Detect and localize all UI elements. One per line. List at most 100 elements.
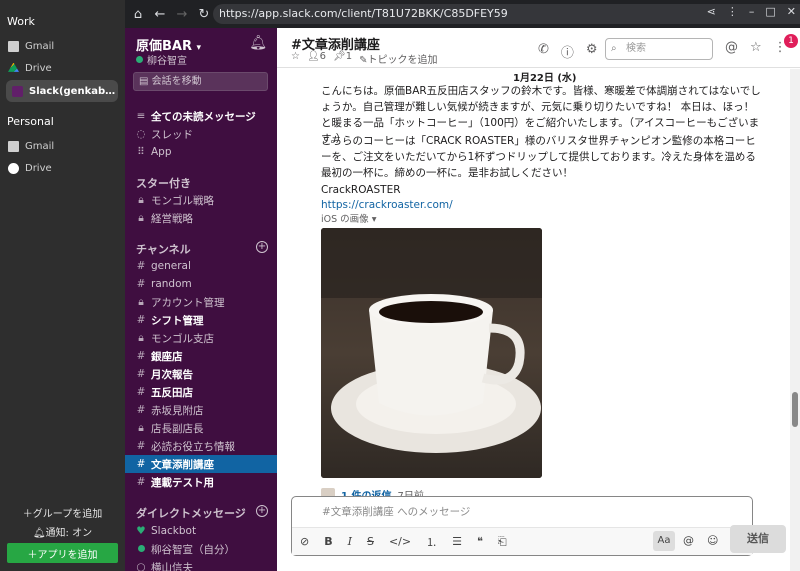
hash-icon: #	[136, 476, 146, 488]
sidebar-item-channel[interactable]: # 月次報告	[125, 365, 277, 383]
sidebar-item-threads[interactable]: ◌ スレッド	[125, 125, 277, 143]
person-icon: 👤︎	[306, 51, 320, 62]
sidebar-item-channel[interactable]: 🔒︎ 店長副店長	[125, 419, 277, 437]
notification-badge: 1	[784, 34, 798, 48]
dm-item-label: Slackbot	[151, 525, 197, 537]
sidebar-item-channel[interactable]: # 赤坂見附店	[125, 401, 277, 419]
home-icon[interactable]: ⌂	[127, 7, 149, 22]
message-input[interactable]: #文章添削講座 へのメッセージ	[322, 504, 470, 519]
hash-icon: #	[136, 260, 146, 272]
app-item-gmail-work[interactable]: Gmail	[8, 36, 118, 56]
scrollbar[interactable]	[790, 69, 800, 571]
scrollbar-thumb[interactable]	[792, 392, 798, 427]
members-count-value: 6	[319, 51, 327, 62]
formatting-toggle[interactable]: Aa	[653, 531, 675, 551]
strikethrough-icon[interactable]: S	[367, 535, 374, 548]
dm-section-label[interactable]: ダイレクトメッセージ	[136, 505, 246, 521]
add-channel-icon[interactable]: +	[256, 241, 268, 253]
current-user[interactable]: 柳谷智宣	[136, 52, 187, 67]
app-item-drive-personal[interactable]: Drive	[8, 158, 118, 178]
emoji-icon[interactable]: ☺	[707, 534, 718, 547]
forward-icon[interactable]: →	[171, 7, 193, 22]
gear-icon[interactable]: ⚙	[586, 42, 598, 61]
attach-icon[interactable]: ⊘	[300, 535, 309, 548]
search-input[interactable]: ⌕ 検索	[605, 38, 713, 60]
star-icon[interactable]: ☆	[291, 51, 300, 66]
members-count[interactable]: 👤︎6	[307, 51, 326, 66]
send-button[interactable]: 送信	[730, 525, 786, 553]
back-icon[interactable]: ←	[149, 7, 171, 22]
coffee-cup-image	[321, 228, 542, 478]
quote-icon[interactable]: ❝	[477, 535, 483, 548]
reply-count[interactable]: 1 件の返信	[341, 487, 391, 496]
sidebar-item-starred[interactable]: 🔒︎ モンゴル戦略	[125, 191, 277, 209]
browser-toolbar: ⌂ ← → ↻ https://app.slack.com/client/T81…	[125, 0, 800, 28]
bell-icon: 🔔︎	[32, 528, 46, 539]
thread-replies[interactable]: 1 件の返信 7日前	[321, 487, 424, 496]
bold-icon[interactable]: B	[324, 535, 332, 548]
message-composer[interactable]: #文章添削講座 へのメッセージ ⊘ B I S </> ⒈ ☰ ❝ ⎗ Aa @…	[291, 496, 753, 556]
close-icon[interactable]: ✕	[787, 5, 796, 18]
jump-to-input[interactable]: ▤ 会話を移動	[133, 72, 268, 91]
chevron-down-icon: ▾	[196, 43, 202, 53]
app-item-label: Drive	[25, 62, 52, 74]
add-topic-link[interactable]: ✎トピックを追加	[359, 51, 437, 66]
info-icon[interactable]: ⓘ	[561, 42, 574, 61]
sidebar-item-channel[interactable]: # 連載テスト用	[125, 473, 277, 491]
sidebar-item-channel[interactable]: # 五反田店	[125, 383, 277, 401]
menu-icon[interactable]: ⋮	[727, 5, 738, 18]
sidebar-item-channel[interactable]: # random	[125, 275, 277, 293]
sidebar-item-label: 銀座店	[151, 350, 183, 363]
minimize-icon[interactable]: –	[749, 5, 755, 18]
mention-icon[interactable]: @	[683, 534, 694, 547]
message-text: こちらのコーヒーは「CRACK ROASTER」様のバリスタ世界チャンピオン監修…	[321, 135, 756, 179]
dm-item[interactable]: ○ 横山信夫	[125, 558, 277, 571]
star-icon[interactable]: ☆	[750, 40, 762, 55]
bullet-list-icon[interactable]: ☰	[452, 535, 462, 548]
lock-icon: 🔒︎	[138, 421, 144, 434]
bell-icon[interactable]: 🔔︎	[249, 35, 267, 51]
channel-pane: #文章添削講座 ☆ 👤︎6 📌︎1 ✎トピックを追加 ✆ ⓘ ⚙ ⌕ 検索 @ ☆…	[277, 28, 800, 571]
sidebar-item-channel[interactable]: # シフト管理	[125, 311, 277, 329]
ordered-list-icon[interactable]: ⒈	[426, 534, 437, 550]
sidebar-item-channel[interactable]: # general	[125, 257, 277, 275]
lock-icon: 🔒︎	[138, 193, 144, 206]
sidebar-item-app[interactable]: ⠿ App	[125, 143, 277, 161]
reload-icon[interactable]: ↻	[193, 7, 215, 22]
italic-icon[interactable]: I	[348, 535, 352, 548]
sidebar-item-label: 経営戦略	[151, 212, 193, 225]
image-label[interactable]: iOS の画像 ▾	[321, 212, 761, 228]
mention-icon[interactable]: @	[725, 40, 738, 55]
app-item-slack-work[interactable]: Slack(genkab…	[6, 80, 118, 102]
sidebar-item-unread[interactable]: ≡ 全ての未読メッセージ	[125, 107, 277, 125]
sidebar-item-starred[interactable]: 🔒︎ 経営戦略	[125, 209, 277, 227]
sidebar-item-channel[interactable]: # 銀座店	[125, 347, 277, 365]
sidebar-item-channel[interactable]: 🔒︎ モンゴル支店	[125, 329, 277, 347]
dm-item[interactable]: 柳谷智宣（自分）	[125, 540, 277, 558]
link-url[interactable]: https://crackroaster.com/	[321, 197, 761, 213]
link-preview-name: CrackROASTER	[321, 184, 401, 196]
starred-section-label[interactable]: スター付き	[136, 175, 191, 191]
app-item-label: Slack(genkab…	[29, 85, 116, 97]
heart-icon: ♥	[136, 525, 146, 537]
sidebar-item-label: アカウント管理	[151, 296, 225, 309]
channels-section-label[interactable]: チャンネル	[136, 241, 191, 257]
sidebar-item-channel[interactable]: # 文章添削講座	[125, 455, 277, 473]
add-app-button[interactable]: ＋アプリを追加	[7, 543, 118, 563]
add-group-button[interactable]: ＋グループを追加	[0, 505, 125, 520]
code-icon[interactable]: </>	[389, 535, 411, 548]
sidebar-item-channel[interactable]: # 必読お役立ち情報	[125, 437, 277, 455]
coffee-photo[interactable]	[321, 228, 542, 478]
share-icon[interactable]: ⋖	[707, 5, 716, 18]
app-item-gmail-personal[interactable]: Gmail	[8, 136, 118, 156]
hash-icon: #	[136, 404, 146, 416]
maximize-icon[interactable]: □	[765, 5, 775, 18]
pins-count[interactable]: 📌︎1	[333, 51, 352, 66]
dm-item[interactable]: ♥ Slackbot	[125, 522, 277, 540]
code-block-icon[interactable]: ⎗	[498, 535, 507, 549]
add-dm-icon[interactable]: +	[256, 505, 268, 517]
phone-icon[interactable]: ✆	[538, 42, 549, 61]
app-item-drive-work[interactable]: Drive	[8, 58, 118, 78]
notification-toggle[interactable]: 🔔︎通知: オン	[0, 524, 125, 539]
sidebar-item-channel[interactable]: 🔒︎ アカウント管理	[125, 293, 277, 311]
